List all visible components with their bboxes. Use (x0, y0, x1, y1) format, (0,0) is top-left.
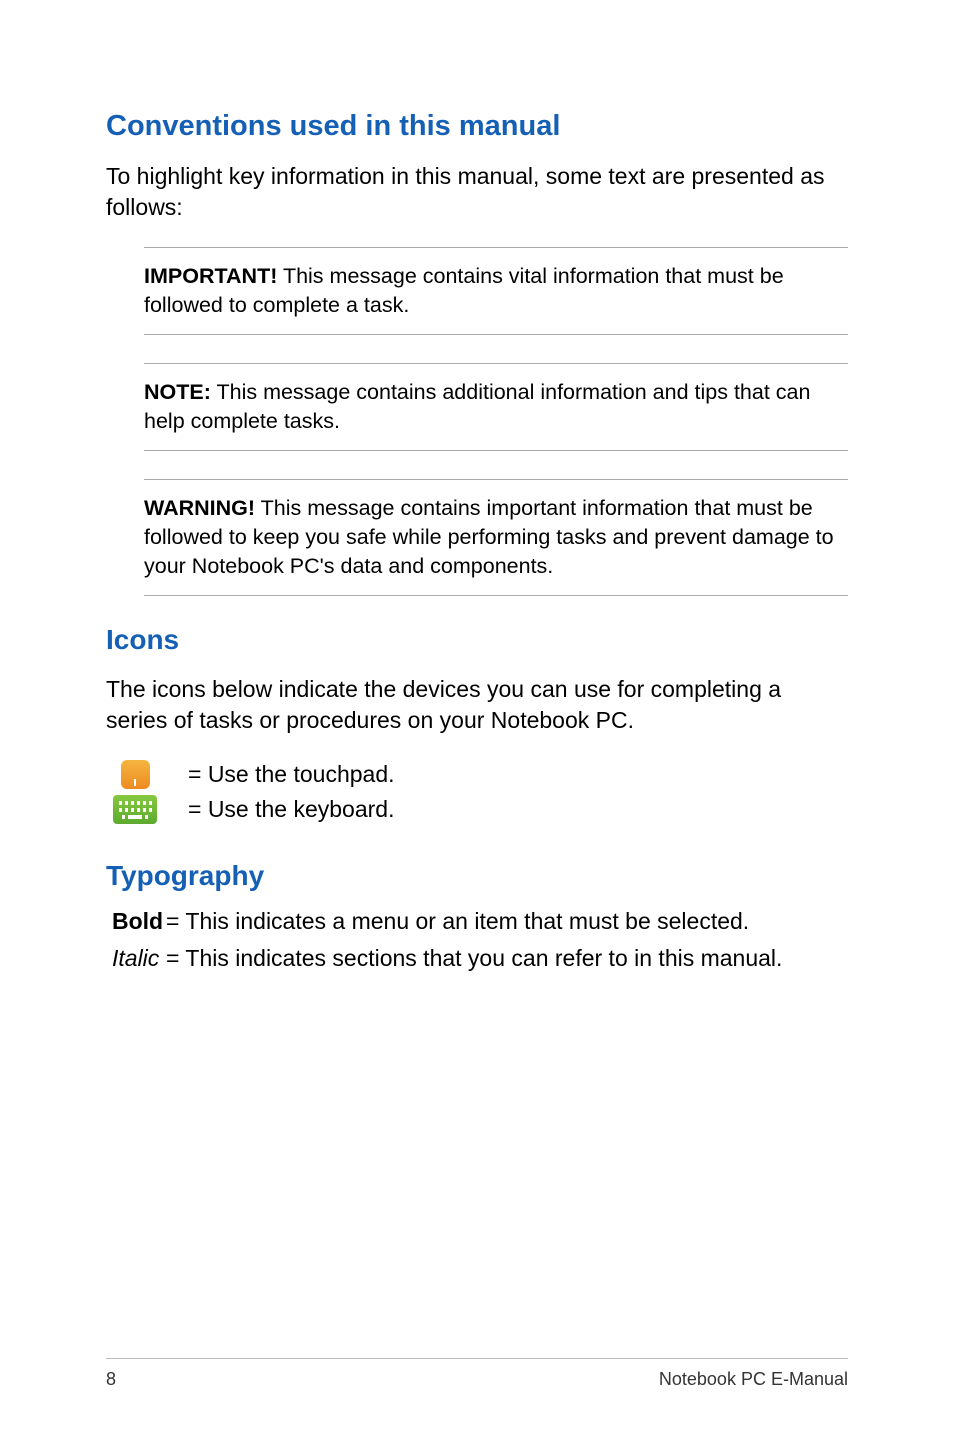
typography-italic-row: Italic = This indicates sections that yo… (106, 945, 848, 972)
note-box-important: IMPORTANT! This message contains vital i… (144, 247, 848, 335)
footer-title: Notebook PC E-Manual (659, 1369, 848, 1390)
typography-bold-row: Bold = This indicates a menu or an item … (106, 908, 848, 935)
note-important-label: IMPORTANT! (144, 264, 277, 288)
heading-typography: Typography (106, 860, 848, 892)
typography-bold-label: Bold (106, 908, 166, 935)
typography-italic-label: Italic (106, 945, 166, 972)
icon-row-touchpad: = Use the touchpad. (106, 760, 848, 789)
heading-icons: Icons (106, 624, 848, 656)
icon-row-keyboard: = Use the keyboard. (106, 795, 848, 824)
page-number: 8 (106, 1369, 116, 1390)
typography-italic-text: = This indicates sections that you can r… (166, 945, 848, 972)
keyboard-icon (113, 795, 157, 824)
heading-conventions: Conventions used in this manual (106, 110, 848, 143)
touchpad-icon (121, 760, 150, 789)
typography-bold-text: = This indicates a menu or an item that … (166, 908, 848, 935)
note-box-note: NOTE: This message contains additional i… (144, 363, 848, 451)
note-important-text: IMPORTANT! This message contains vital i… (144, 262, 848, 320)
note-warning-text: WARNING! This message contains important… (144, 494, 848, 581)
keyboard-icon-text: = Use the keyboard. (164, 796, 394, 823)
touchpad-icon-text: = Use the touchpad. (164, 761, 395, 788)
note-note-body: This message contains additional informa… (144, 380, 810, 433)
icons-intro-text: The icons below indicate the devices you… (106, 674, 848, 736)
keyboard-icon-wrapper (106, 795, 164, 824)
note-note-text: NOTE: This message contains additional i… (144, 378, 848, 436)
note-note-label: NOTE: (144, 380, 211, 404)
page-footer: 8 Notebook PC E-Manual (106, 1358, 848, 1390)
note-box-warning: WARNING! This message contains important… (144, 479, 848, 596)
touchpad-icon-wrapper (106, 760, 164, 789)
conventions-intro-text: To highlight key information in this man… (106, 161, 848, 223)
note-warning-label: WARNING! (144, 496, 255, 520)
